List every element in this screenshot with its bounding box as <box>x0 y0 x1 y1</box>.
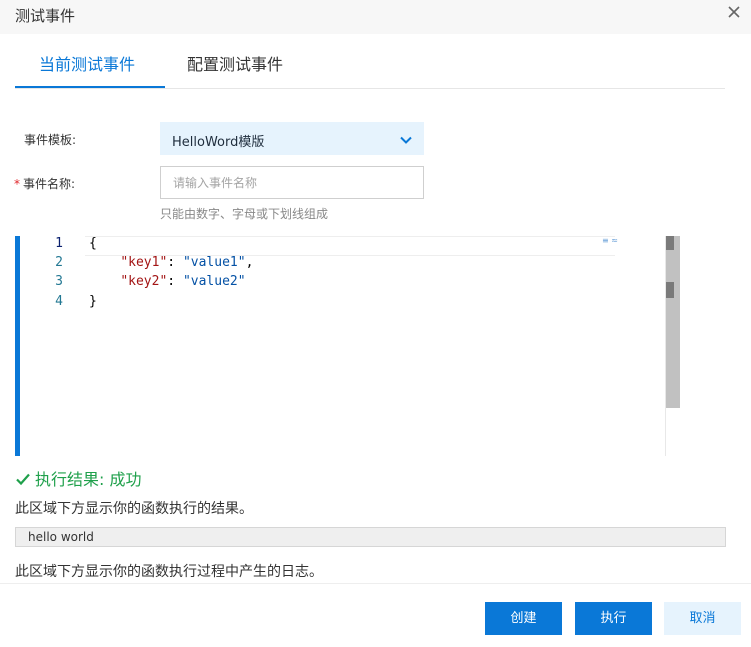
json-value: "value1" <box>182 255 246 270</box>
test-event-dialog: 测试事件 当前测试事件 配置测试事件 事件模板: HelloWord模版 * 事件… <box>0 0 751 647</box>
template-label: 事件模板: <box>24 133 77 147</box>
minimap-marker: ≡ ≈ <box>602 236 618 245</box>
log-description: 此区域下方显示你的函数执行过程中产生的日志。 <box>15 564 323 580</box>
execution-result-text: 执行结果: 成功 <box>35 470 142 489</box>
required-mark: * <box>14 177 20 191</box>
result-description: 此区域下方显示你的函数执行的结果。 <box>15 501 253 517</box>
tab-bar: 当前测试事件 配置测试事件 <box>15 34 725 89</box>
event-name-label: * 事件名称: <box>14 175 75 192</box>
template-select[interactable]: HelloWord模版 <box>160 122 424 155</box>
current-line-highlight <box>85 236 615 256</box>
footer-divider <box>0 583 751 584</box>
scrollbar-marker <box>666 236 674 250</box>
code-text: "key1": "value1", <box>89 255 253 270</box>
json-separator: : <box>167 274 183 289</box>
editor-scrollbar-thumb[interactable] <box>666 236 680 408</box>
close-icon[interactable] <box>725 3 743 21</box>
code-text: "key2": "value2" <box>89 274 246 289</box>
editor-accent-bar <box>15 236 20 456</box>
run-button[interactable]: 执行 <box>575 602 652 635</box>
chevron-down-icon <box>399 132 413 146</box>
cancel-button[interactable]: 取消 <box>664 602 741 635</box>
code-editor[interactable]: 1 { 2 "key1": "value1", 3 "key2": "value… <box>15 236 680 456</box>
tab-current-test-event[interactable]: 当前测试事件 <box>39 51 135 75</box>
line-number: 3 <box>55 274 63 289</box>
event-name-label-text: 事件名称: <box>23 177 76 191</box>
line-number: 2 <box>55 255 63 270</box>
execution-result-title: 执行结果: 成功 <box>15 466 141 490</box>
dialog-title: 测试事件 <box>15 7 76 25</box>
json-tail: , <box>245 255 254 270</box>
tab-configure-test-event[interactable]: 配置测试事件 <box>187 51 283 75</box>
event-name-hint: 只能由数字、字母或下划线组成 <box>160 207 329 221</box>
create-button[interactable]: 创建 <box>485 602 562 635</box>
dialog-titlebar: 测试事件 <box>0 0 751 34</box>
json-key: "key2" <box>120 274 168 289</box>
template-select-value: HelloWord模版 <box>172 135 265 150</box>
code-text: { <box>89 236 97 251</box>
json-key: "key1" <box>120 255 168 270</box>
code-text: } <box>89 294 97 309</box>
json-value: "value2" <box>182 274 246 289</box>
active-tab-indicator <box>15 86 165 88</box>
scrollbar-marker <box>666 282 674 298</box>
line-number: 4 <box>55 294 63 309</box>
event-name-input[interactable] <box>160 166 424 199</box>
check-icon <box>15 471 31 487</box>
line-number: 1 <box>55 236 63 251</box>
json-separator: : <box>167 255 183 270</box>
result-output: hello world <box>15 527 726 547</box>
